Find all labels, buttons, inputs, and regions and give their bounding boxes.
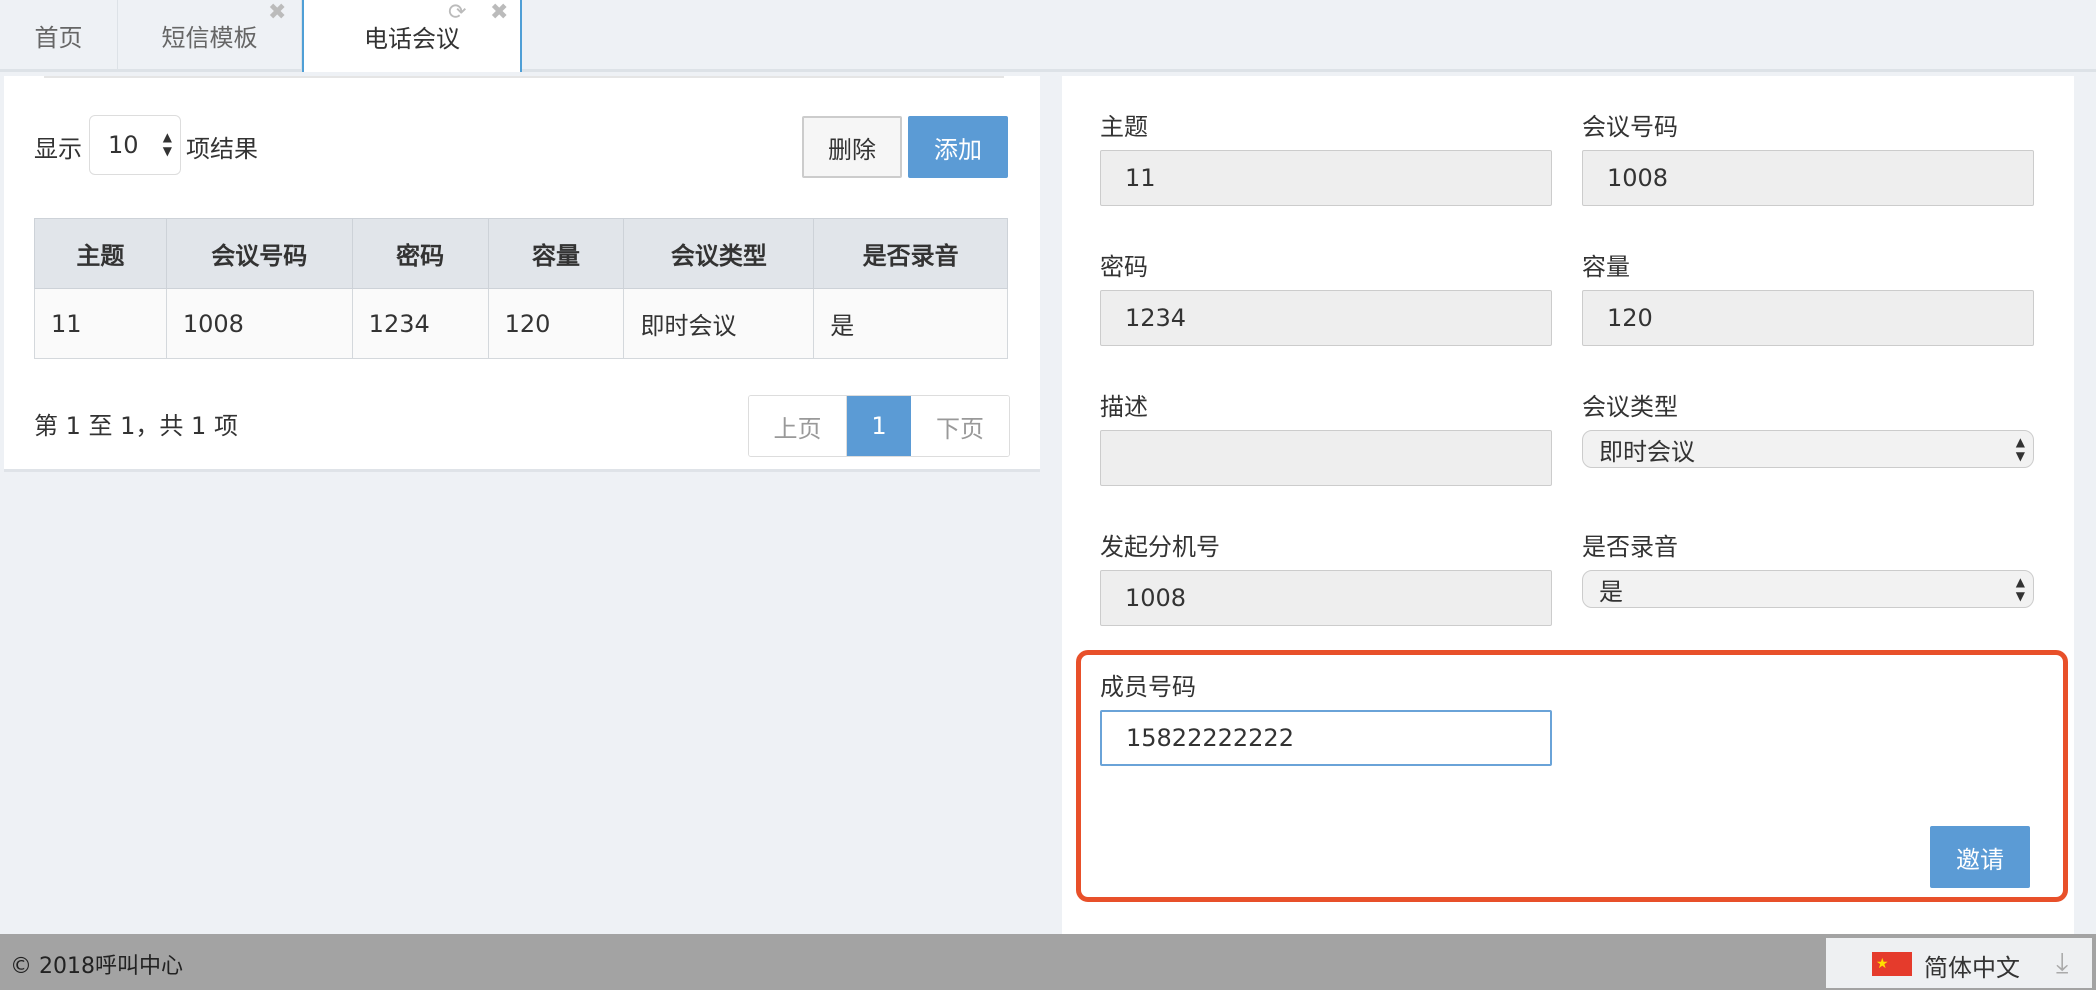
caller-ext-field[interactable]: 1008 <box>1100 570 1552 626</box>
invite-button[interactable]: 邀请 <box>1930 826 2030 888</box>
table-cell: 即时会议 <box>623 288 815 359</box>
divider <box>44 76 1004 78</box>
pagination: 上页 1 下页 <box>748 395 1010 457</box>
select-arrows-icon: ▲ ▼ <box>2015 575 2025 603</box>
refresh-icon[interactable]: ⟳ <box>448 2 466 24</box>
show-label: 显示 <box>34 135 82 163</box>
description-field[interactable] <box>1100 430 1552 486</box>
add-button-label: 添加 <box>934 135 982 164</box>
select-arrows-icon: ▲ ▼ <box>162 130 172 158</box>
table-header-row: 主题 会议号码 密码 容量 会议类型 是否录音 <box>34 218 1008 289</box>
record-label: 是否录音 <box>1582 533 1678 561</box>
conf-type-value: 即时会议 <box>1599 437 1695 466</box>
copyright-text: © 2018呼叫中心 <box>10 954 183 979</box>
china-flag-icon: ★ <box>1872 952 1912 976</box>
caller-ext-label: 发起分机号 <box>1100 533 1220 561</box>
tab-home[interactable]: 首页 <box>0 0 118 70</box>
table-cell: 是 <box>813 288 1008 359</box>
password-value: 1234 <box>1125 304 1187 332</box>
column-header[interactable]: 会议号码 <box>165 218 353 289</box>
subject-value: 11 <box>1125 164 1156 192</box>
page-size-select[interactable]: 10 ▲ ▼ <box>89 115 181 175</box>
page-size-value: 10 <box>108 131 139 159</box>
pagination-summary: 第 1 至 1，共 1 项 <box>34 412 238 440</box>
language-label: 简体中文 <box>1924 954 2020 982</box>
delete-button[interactable]: 删除 <box>802 116 902 178</box>
record-select[interactable]: 是 ▲ ▼ <box>1582 570 2034 608</box>
member-number-value: 15822222222 <box>1126 724 1294 752</box>
column-header[interactable]: 容量 <box>487 218 625 289</box>
footer: © 2018呼叫中心 ★ 简体中文 ⤓ <box>0 934 2096 990</box>
column-header[interactable]: 会议类型 <box>623 218 815 289</box>
conf-type-select[interactable]: 即时会议 ▲ ▼ <box>1582 430 2034 468</box>
capacity-field[interactable]: 120 <box>1582 290 2034 346</box>
tab-sms-template[interactable]: 短信模板 ✖ <box>118 0 302 70</box>
download-icon[interactable]: ⤓ <box>2056 946 2068 980</box>
conf-number-label: 会议号码 <box>1582 113 1678 141</box>
conference-table: 主题 会议号码 密码 容量 会议类型 是否录音 11 1008 1234 120… <box>34 218 1008 359</box>
description-label: 描述 <box>1100 393 1148 421</box>
tab-bar: 首页 短信模板 ✖ 电话会议 ⟳ ✖ <box>0 0 2096 72</box>
table-cell: 120 <box>487 288 625 359</box>
close-icon[interactable]: ✖ <box>490 2 508 24</box>
tab-label: 首页 <box>34 23 83 52</box>
tab-label: 短信模板 <box>161 23 258 52</box>
column-header[interactable]: 是否录音 <box>813 218 1008 289</box>
column-header[interactable]: 主题 <box>34 218 167 289</box>
invite-button-label: 邀请 <box>1956 845 2004 874</box>
column-header[interactable]: 密码 <box>351 218 489 289</box>
subject-field[interactable]: 11 <box>1100 150 1552 206</box>
table-row[interactable]: 11 1008 1234 120 即时会议 是 <box>34 288 1008 359</box>
page-button-current[interactable]: 1 <box>847 396 911 456</box>
caller-ext-value: 1008 <box>1125 584 1187 612</box>
conf-number-value: 1008 <box>1607 164 1669 192</box>
member-label: 成员号码 <box>1100 673 1196 701</box>
table-cell: 11 <box>34 288 167 359</box>
capacity-label: 容量 <box>1582 253 1630 281</box>
results-label: 项结果 <box>186 135 258 163</box>
next-page-button[interactable]: 下页 <box>911 396 1009 456</box>
table-cell: 1008 <box>165 288 353 359</box>
tab-conference[interactable]: 电话会议 ⟳ ✖ <box>302 0 522 72</box>
member-number-input[interactable]: 15822222222 <box>1100 710 1552 766</box>
member-section-highlight <box>1076 650 2068 902</box>
select-arrows-icon: ▲ ▼ <box>2015 435 2025 463</box>
conference-list-panel: 显示 10 ▲ ▼ 项结果 删除 添加 主题 会议号码 密码 容量 会议类型 是否… <box>4 76 1040 472</box>
close-icon[interactable]: ✖ <box>268 2 286 24</box>
record-value: 是 <box>1599 577 1623 606</box>
password-field[interactable]: 1234 <box>1100 290 1552 346</box>
language-switcher[interactable]: ★ 简体中文 ⤓ <box>1826 938 2092 988</box>
password-label: 密码 <box>1100 253 1148 281</box>
subject-label: 主题 <box>1100 113 1148 141</box>
tab-label: 电话会议 <box>364 24 460 53</box>
conf-type-label: 会议类型 <box>1582 393 1678 421</box>
capacity-value: 120 <box>1607 304 1653 332</box>
prev-page-button[interactable]: 上页 <box>749 396 847 456</box>
conf-number-field[interactable]: 1008 <box>1582 150 2034 206</box>
delete-button-label: 删除 <box>828 135 876 164</box>
table-cell: 1234 <box>351 288 489 359</box>
add-button[interactable]: 添加 <box>908 116 1008 178</box>
